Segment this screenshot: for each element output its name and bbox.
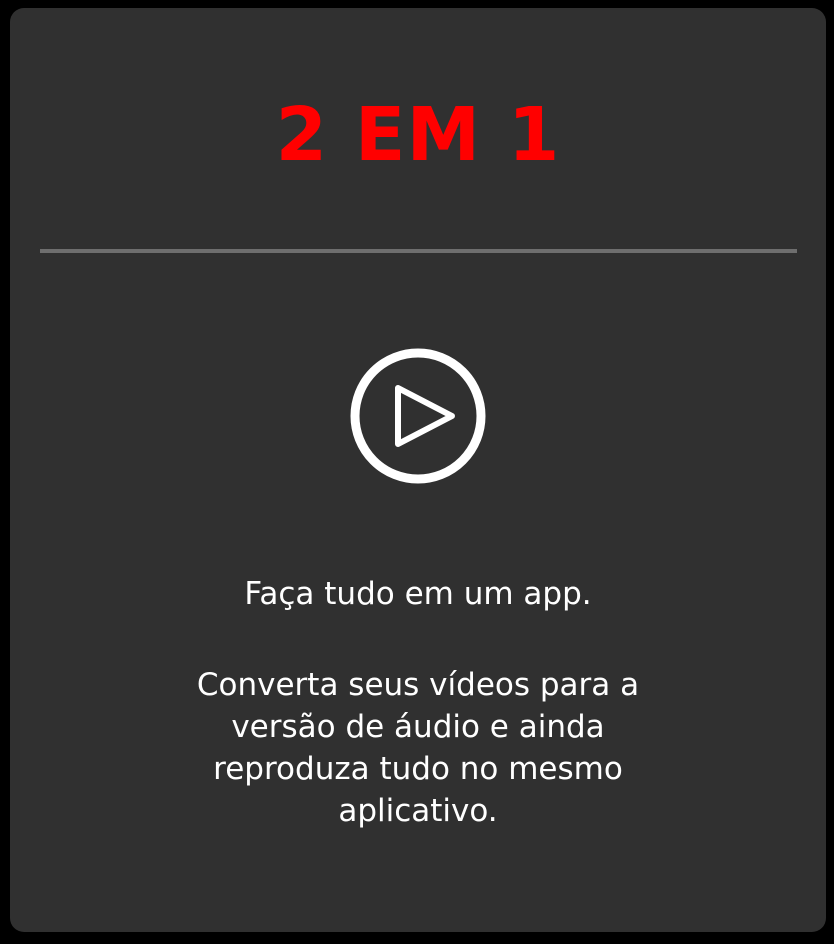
feature-tagline: Faça tudo em um app. bbox=[244, 576, 592, 612]
feature-card: 2 EM 1 Faça tudo em um app. Converta seu… bbox=[10, 8, 826, 932]
feature-title: 2 EM 1 bbox=[275, 92, 561, 178]
play-circle-icon bbox=[350, 348, 486, 484]
feature-description: Converta seus vídeos para a versão de áu… bbox=[196, 667, 640, 829]
divider bbox=[40, 249, 797, 253]
